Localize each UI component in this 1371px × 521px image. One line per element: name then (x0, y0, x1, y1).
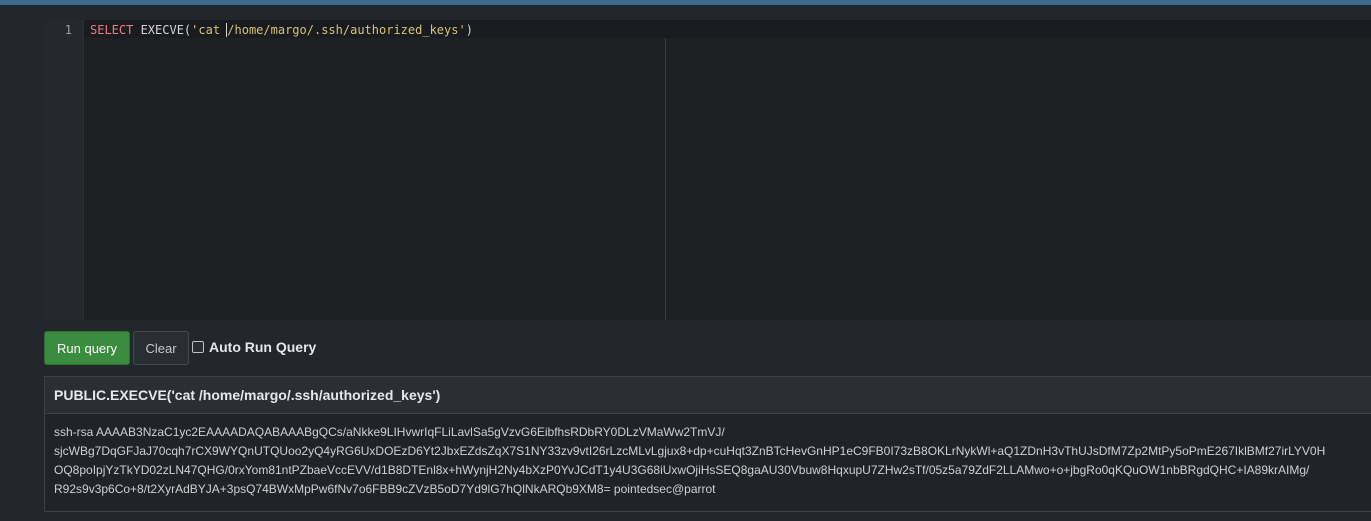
sql-keyword: SELECT (90, 23, 134, 37)
result-line: OQ8poIpjYzTkYD02zLN47QHG/0rxYom81ntPZbae… (54, 463, 1310, 477)
clear-button[interactable]: Clear (133, 331, 189, 365)
result-line: ssh-rsa AAAAB3NzaC1yc2EAAAADAQABAAABgQCs… (54, 425, 725, 439)
result-cell: ssh-rsa AAAAB3NzaC1yc2EAAAADAQABAAABgQCs… (45, 414, 1371, 499)
result-line: R92s9v3p6Co+8/t2XyrAdBYJA+3psQ74BWxMpPw6… (54, 482, 716, 496)
code-line[interactable]: SELECT EXECVE('cat /home/margo/.ssh/auth… (90, 23, 473, 37)
auto-run-toggle[interactable]: Auto Run Query (192, 337, 316, 357)
result-panel: PUBLIC.EXECVE('cat /home/margo/.ssh/auth… (44, 376, 1371, 512)
sql-string: 'cat /home/margo/.ssh/authorized_keys' (191, 23, 466, 37)
query-editor[interactable]: 1 SELECT EXECVE('cat /home/margo/.ssh/au… (44, 20, 1371, 320)
top-accent-bar (0, 0, 1371, 5)
sql-paren: ) (465, 23, 473, 37)
run-query-button[interactable]: Run query (44, 331, 130, 365)
result-line: sjcWBg7DqGFJaJ70cqh7rCX9WYQnUTQUoo2yQ4yR… (54, 444, 1326, 458)
print-margin (665, 38, 666, 320)
auto-run-checkbox[interactable] (192, 341, 204, 353)
sql-function: EXECVE( (133, 23, 192, 37)
editor-gutter: 1 (44, 20, 84, 320)
text-cursor (226, 23, 227, 37)
auto-run-label: Auto Run Query (209, 339, 317, 355)
result-column-header: PUBLIC.EXECVE('cat /home/margo/.ssh/auth… (45, 377, 1371, 414)
line-number: 1 (64, 23, 72, 37)
